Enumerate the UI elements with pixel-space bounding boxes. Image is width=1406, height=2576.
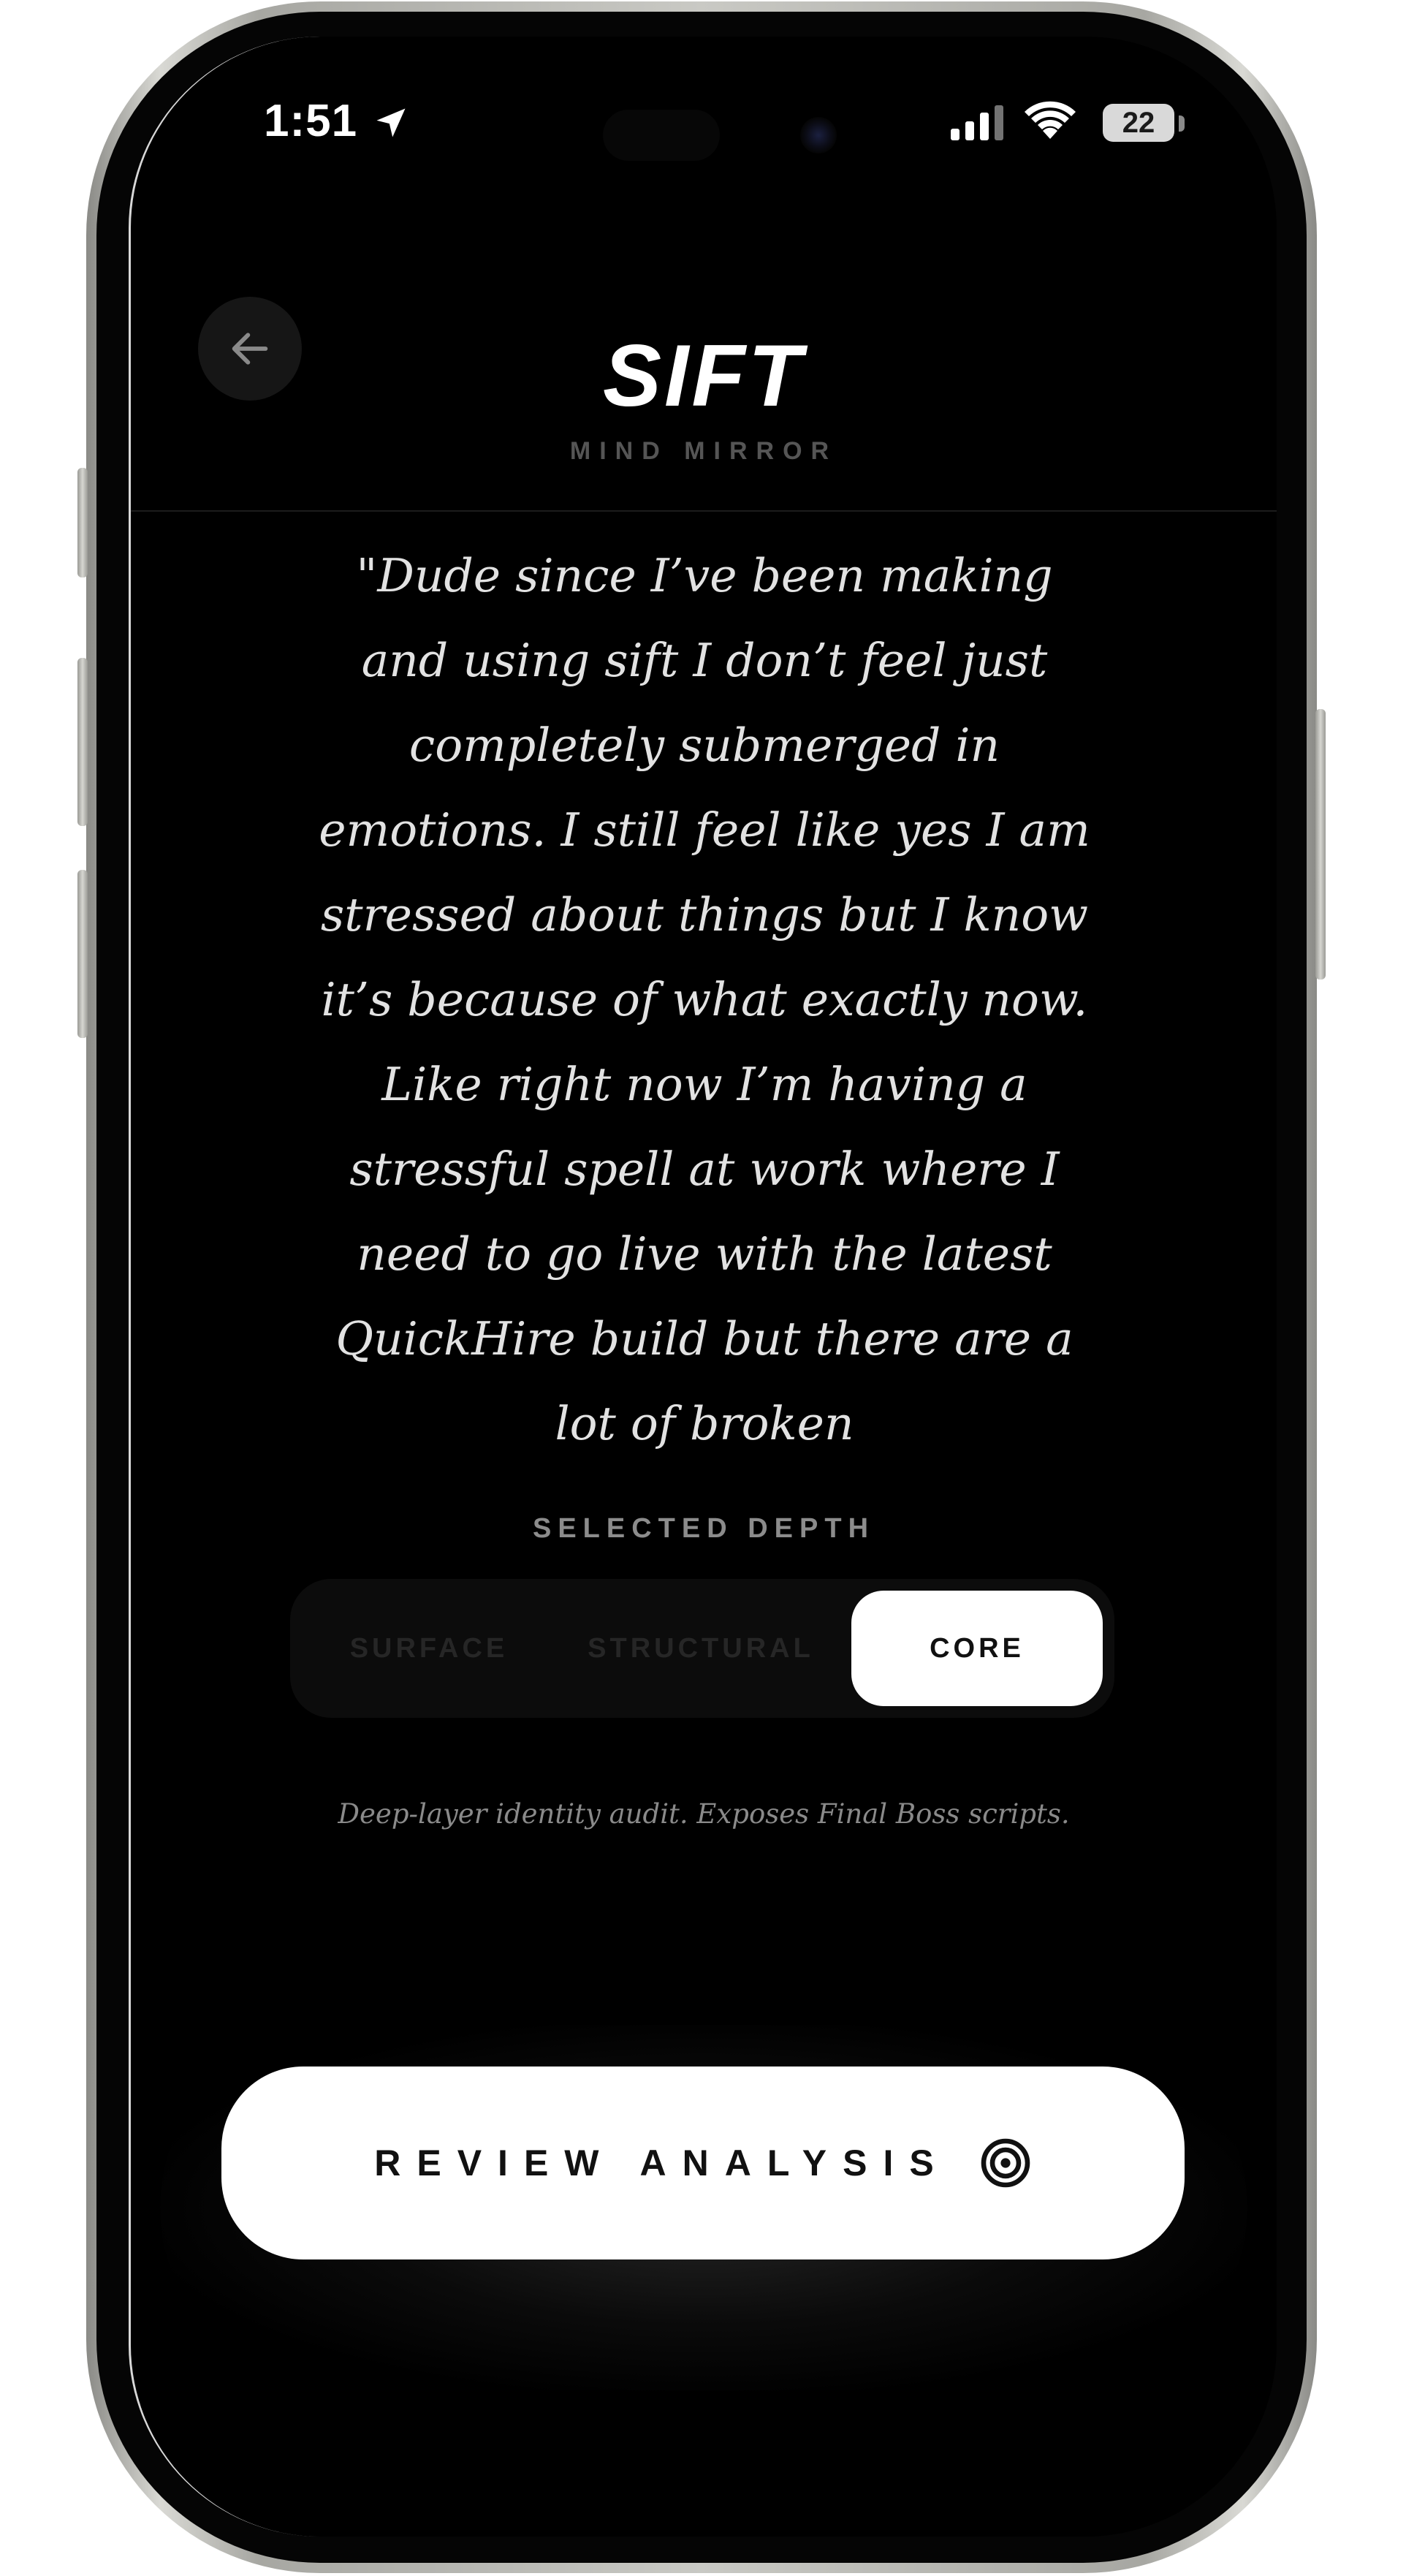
status-bar: 1:51 22	[131, 37, 1277, 205]
review-analysis-label: REVIEW ANALYSIS	[374, 2143, 950, 2183]
app-screen: 1:51 22 SIFT MIND MIRROR "Dude since I’v…	[129, 37, 1277, 2537]
header-divider	[131, 510, 1277, 512]
depth-option-surface[interactable]: SURFACE	[305, 1579, 553, 1718]
depth-description: Deep-layer identity audit. Exposes Final…	[338, 1798, 1070, 1830]
volume-down-button	[77, 870, 88, 1038]
dynamic-island	[544, 92, 862, 178]
review-analysis-button[interactable]: REVIEW ANALYSIS	[221, 2067, 1185, 2259]
battery-level: 22	[1122, 106, 1155, 139]
bottom-area	[131, 2405, 1277, 2537]
volume-up-button	[77, 658, 88, 826]
app-title: SIFT	[603, 327, 805, 425]
depth-option-core[interactable]: CORE	[851, 1591, 1103, 1706]
location-arrow-icon	[376, 108, 406, 137]
power-button	[1315, 709, 1326, 980]
action-button	[77, 468, 88, 577]
cellular-signal-icon	[951, 105, 1003, 140]
battery-icon: 22	[1103, 104, 1174, 142]
depth-option-structural[interactable]: STRUCTURAL	[562, 1579, 840, 1718]
journal-entry-text: "Dude since I’ve been making and using s…	[319, 549, 1090, 1450]
status-time: 1:51	[264, 96, 358, 146]
depth-selector: SURFACE STRUCTURAL CORE	[290, 1579, 1114, 1718]
front-camera	[800, 117, 837, 154]
selected-depth-label: SELECTED DEPTH	[532, 1513, 875, 1544]
island-sensor	[603, 110, 720, 161]
battery-tip	[1179, 115, 1185, 132]
target-icon	[981, 2138, 1030, 2188]
wifi-icon	[1025, 101, 1076, 139]
app-subtitle: MIND MIRROR	[569, 437, 838, 465]
